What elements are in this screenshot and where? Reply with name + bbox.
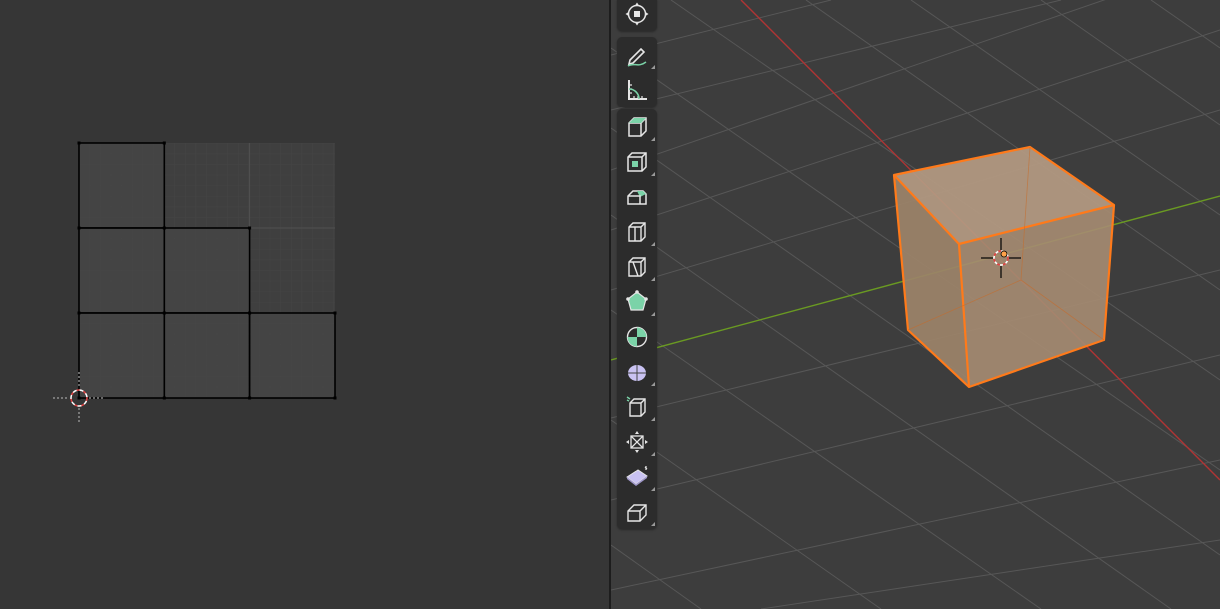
inset-faces-tool-icon xyxy=(627,189,647,205)
tool-group-transform xyxy=(617,0,657,31)
shear-tool-icon xyxy=(627,503,647,522)
shear-tool-button[interactable] xyxy=(617,494,657,529)
loop-cut-tool-button[interactable] xyxy=(617,249,657,284)
uv-face-mid-left[interactable] xyxy=(78,227,166,314)
uv-canvas[interactable] xyxy=(0,0,609,609)
knife-tool-button[interactable] xyxy=(617,284,657,319)
smooth-tool-button[interactable] xyxy=(617,389,657,424)
shrink-fatten-tool-icon xyxy=(626,465,648,486)
measure-tool-button[interactable] xyxy=(617,72,657,107)
annotate-tool-button[interactable] xyxy=(617,37,657,72)
spin-tool-button[interactable] xyxy=(617,354,657,389)
uv-face-top[interactable] xyxy=(78,142,166,229)
measure-tool-icon xyxy=(628,79,647,100)
bevel-tool-button[interactable] xyxy=(617,214,657,249)
3d-viewport-area[interactable] xyxy=(611,0,1220,609)
annotate-tool-icon xyxy=(627,47,647,67)
uv-face-mid-right[interactable] xyxy=(163,227,251,314)
edge-slide-tool-icon xyxy=(626,430,648,453)
selected-cube-object[interactable] xyxy=(892,145,1116,389)
poly-build-tool-icon xyxy=(626,326,648,347)
add-cube-tool-icon xyxy=(628,116,647,137)
smooth-tool-icon xyxy=(626,395,646,417)
bevel-tool-icon xyxy=(628,221,646,242)
knife-tool-icon xyxy=(626,289,648,311)
uv-editor-area[interactable] xyxy=(0,0,609,609)
tool-group-annotate xyxy=(617,37,657,107)
loop-cut-tool-icon xyxy=(628,256,646,277)
extrude-region-tool-button[interactable] xyxy=(617,144,657,179)
shrink-fatten-tool-button[interactable] xyxy=(617,459,657,494)
edge-slide-tool-button[interactable] xyxy=(617,424,657,459)
object-origin-icon xyxy=(1000,250,1008,258)
tool-shelf xyxy=(617,0,659,609)
extrude-region-tool-icon xyxy=(627,151,647,172)
add-cube-tool-button[interactable] xyxy=(617,109,657,144)
uv-face-bottom-right[interactable] xyxy=(248,312,336,399)
inset-faces-tool-button[interactable] xyxy=(617,179,657,214)
viewport-scene[interactable] xyxy=(611,0,1220,609)
transform-tool-button[interactable] xyxy=(617,0,657,31)
spin-tool-icon xyxy=(628,364,646,381)
uv-face-bottom-left[interactable] xyxy=(78,312,166,399)
poly-build-tool-button[interactable] xyxy=(617,319,657,354)
transform-tool-icon xyxy=(625,2,649,25)
tool-group-mesh-edit xyxy=(617,109,657,529)
uv-face-bottom-mid[interactable] xyxy=(163,312,251,399)
